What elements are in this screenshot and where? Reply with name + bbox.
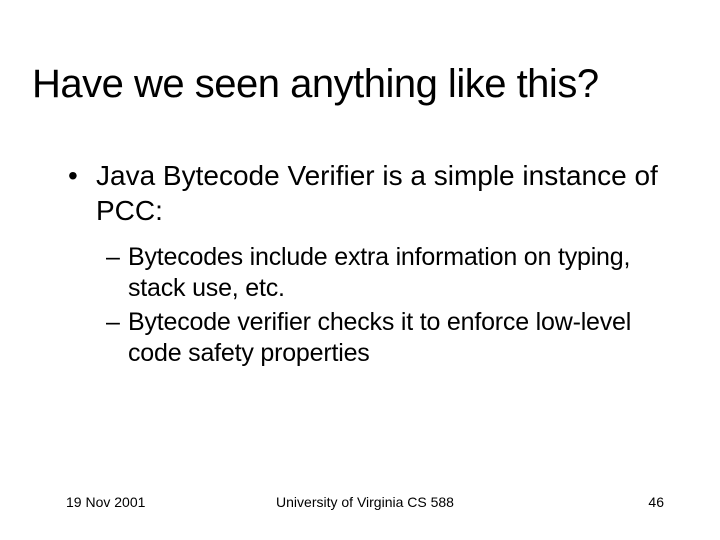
slide-body: • Java Bytecode Verifier is a simple ins… [68, 158, 668, 371]
bullet-level1: • Java Bytecode Verifier is a simple ins… [68, 158, 668, 228]
subbullet-text: Bytecodes include extra information on t… [128, 242, 668, 305]
footer-page-number: 46 [648, 494, 664, 510]
bullet-level2: – Bytecodes include extra information on… [106, 242, 668, 305]
bullet-level2: – Bytecode verifier checks it to enforce… [106, 307, 668, 370]
footer-center: University of Virginia CS 588 [66, 494, 664, 510]
subbullet-text: Bytecode verifier checks it to enforce l… [128, 307, 668, 370]
bullet-dash-icon: – [106, 307, 128, 370]
subbullet-group: – Bytecodes include extra information on… [106, 242, 668, 369]
slide: Have we seen anything like this? • Java … [0, 0, 720, 540]
footer-date: 19 Nov 2001 [66, 494, 145, 510]
bullet-dot-icon: • [68, 158, 96, 228]
slide-title: Have we seen anything like this? [32, 62, 688, 107]
slide-footer: 19 Nov 2001 University of Virginia CS 58… [66, 494, 664, 510]
bullet-dash-icon: – [106, 242, 128, 305]
bullet-text: Java Bytecode Verifier is a simple insta… [96, 158, 668, 228]
